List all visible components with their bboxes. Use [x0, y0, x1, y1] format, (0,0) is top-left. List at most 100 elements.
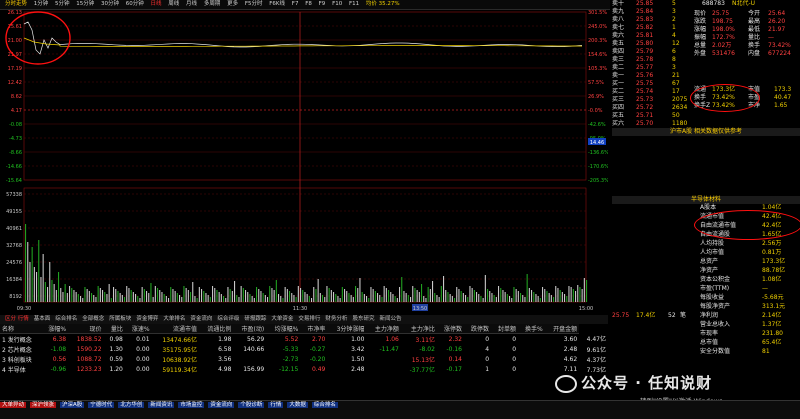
column-header[interactable]: 量比: [103, 324, 125, 334]
sector-name[interactable]: 2 芯片概念: [0, 344, 41, 354]
level-label: 买一: [612, 80, 625, 87]
column-header[interactable]: 主力净额: [366, 324, 401, 334]
toolbar-item-month[interactable]: 月线: [186, 1, 197, 7]
tab-item[interactable]: 新闻公告: [379, 316, 401, 322]
volume-bar: [165, 296, 167, 302]
status-item[interactable]: 大单异动: [0, 402, 27, 408]
toolbar-item-f10[interactable]: F10: [332, 1, 342, 7]
tab-item[interactable]: 大单排名: [163, 316, 185, 322]
volume-bar: [44, 282, 46, 302]
table-cell: 4.37亿: [586, 356, 606, 364]
volume-bar: [456, 287, 458, 302]
table-row[interactable]: 2 芯片概念 -1.08 1590.22 1.30 0.00 35175.95亿 6.58 1…: [0, 344, 608, 354]
volume-bar: [190, 292, 192, 302]
toolbar-item-30min[interactable]: 30分钟: [101, 1, 119, 7]
volume-bar: [500, 288, 502, 302]
tab-item[interactable]: 基本面: [34, 316, 51, 322]
volume-bar: [179, 295, 181, 302]
status-item[interactable]: 深沪领涨: [30, 402, 57, 408]
column-header[interactable]: 名称: [0, 324, 42, 334]
table-cell: [518, 354, 545, 364]
toolbar-item-f8[interactable]: F8: [305, 1, 312, 7]
column-header[interactable]: 主力净比: [400, 324, 437, 334]
volume-bar: [143, 289, 145, 302]
column-header[interactable]: 涨幅%: [41, 324, 69, 334]
status-item[interactable]: 行情: [268, 402, 284, 408]
column-header[interactable]: 现价: [68, 324, 104, 334]
table-cell: 0: [512, 365, 517, 373]
column-header[interactable]: 涨速%: [124, 324, 152, 334]
toolbar-item-5min[interactable]: 5分钟: [55, 1, 70, 7]
status-item[interactable]: 大数据: [287, 402, 308, 408]
column-header[interactable]: 换手%: [518, 324, 545, 334]
sector-name[interactable]: 1 发行概念: [0, 334, 41, 345]
column-header[interactable]: 市净率: [300, 324, 328, 334]
tab-item[interactable]: 财务分析: [325, 316, 347, 322]
column-header[interactable]: 市盈(动): [233, 324, 267, 334]
tab-item[interactable]: 综合排名: [55, 316, 77, 322]
column-header[interactable]: 流通市值: [151, 324, 200, 334]
toolbar-item-1min[interactable]: 1分钟: [34, 1, 49, 7]
status-item[interactable]: 北方华创: [118, 402, 145, 408]
toolbar-item-week[interactable]: 周线: [168, 1, 179, 7]
status-item[interactable]: 综合排名: [311, 402, 338, 408]
quote-cell: 涨跌: [694, 18, 707, 25]
tab-item[interactable]: 研报跟踪: [244, 316, 266, 322]
tab-item[interactable]: 所属板块: [109, 316, 131, 322]
shares-label: 总资产: [700, 258, 719, 265]
toolbar-item-f9[interactable]: F9: [319, 1, 326, 7]
table-cell: 140.66: [243, 345, 265, 353]
column-header[interactable]: 涨停数: [436, 324, 464, 334]
toolbar-item-more[interactable]: 更多: [227, 1, 238, 7]
column-header[interactable]: 流通比例: [199, 324, 234, 334]
column-header[interactable]: 均涨幅%: [266, 324, 301, 334]
volume-bar: [469, 286, 471, 302]
volume-bar: [82, 298, 84, 302]
toolbar-item-day[interactable]: 日线: [151, 1, 162, 7]
status-item[interactable]: 沪深A股: [60, 402, 85, 408]
volume-bar: [55, 290, 57, 302]
tab-item[interactable]: 全部概念: [82, 316, 104, 322]
status-item[interactable]: 市场监控: [178, 402, 205, 408]
volume-bar: [225, 298, 227, 302]
toolbar-item-60min[interactable]: 60分钟: [126, 1, 144, 7]
table-row[interactable]: 3 科创板块 0.56 1088.72 0.59 0.00 10638.92亿 3.56 -2…: [0, 354, 608, 364]
column-header[interactable]: 3分钟涨幅: [327, 324, 367, 334]
toolbar-item-f7[interactable]: F7: [292, 1, 299, 7]
volume-bar: [322, 295, 324, 302]
status-item[interactable]: 宁德时代: [88, 402, 115, 408]
column-header[interactable]: 跌停数: [463, 324, 492, 334]
tab-item[interactable]: 股东研究: [352, 316, 374, 322]
level-label: 卖一: [612, 72, 625, 79]
toolbar-item-15min[interactable]: 15分钟: [76, 1, 94, 7]
volume-bar: [154, 286, 156, 302]
shares-row: 净资产 88.78亿: [612, 267, 800, 275]
table-cell: -0.20: [309, 355, 326, 363]
toolbar-item-f11[interactable]: F11: [349, 1, 359, 7]
status-item[interactable]: 资金流向: [208, 402, 235, 408]
tab-item[interactable]: 大单资金: [271, 316, 293, 322]
volume-bar: [392, 294, 394, 302]
level-volume: 3: [672, 8, 676, 15]
toolbar-item-multi[interactable]: 多周期: [204, 1, 221, 7]
volume-bar: [506, 294, 508, 302]
toolbar-item-f5[interactable]: F5分时: [245, 1, 263, 7]
column-header[interactable]: 封单额: [491, 324, 519, 334]
tab-item[interactable]: 资金流向: [190, 316, 212, 322]
sector-name[interactable]: 3 科创板块: [0, 354, 41, 364]
tab-item[interactable]: 区分 行情: [5, 316, 29, 322]
volume-bar: [183, 286, 185, 302]
sector-name[interactable]: 4 半导体: [0, 364, 41, 374]
tab-item[interactable]: 综合评级: [217, 316, 239, 322]
tab-item[interactable]: 交易排行: [298, 316, 320, 322]
status-item[interactable]: 个股诊断: [238, 402, 265, 408]
toolbar-item-f6[interactable]: F6K线: [269, 1, 285, 7]
table-row[interactable]: 1 发行概念 6.38 1838.52 0.98 0.01 13474.66亿 1.98 56…: [0, 334, 608, 345]
tab-item[interactable]: 资金博弈: [136, 316, 158, 322]
table-cell: 1.30: [109, 345, 123, 353]
status-item[interactable]: 新闻资讯: [148, 402, 175, 408]
table-cell: 2.48: [351, 365, 365, 373]
column-header[interactable]: 开盘金额: [544, 324, 580, 334]
intraday-chart[interactable]: 26.13 301.5%25.61 245.0%21.00 200.3%21.97 15…: [0, 10, 608, 315]
table-row[interactable]: 4 半导体 -0.96 1233.23 1.20 0.00 59119.34亿 4.98 15…: [0, 364, 608, 374]
